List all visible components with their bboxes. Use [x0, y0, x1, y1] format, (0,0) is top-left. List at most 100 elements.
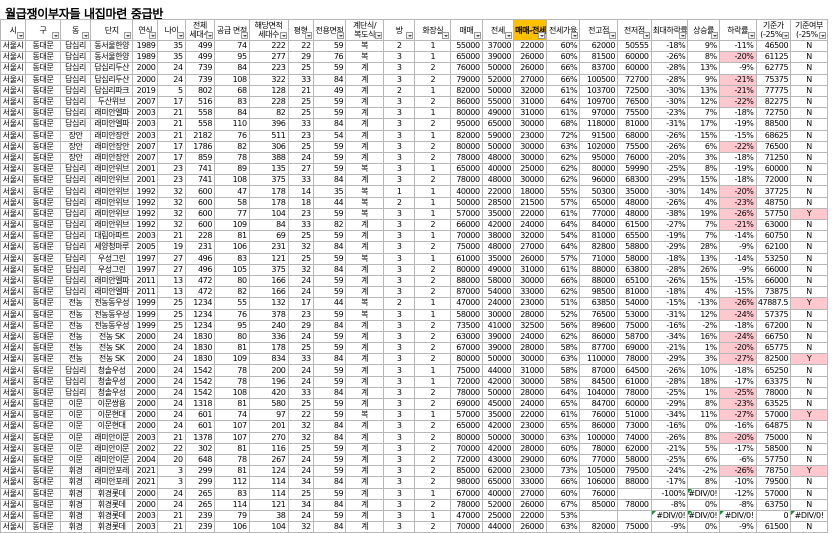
- table-cell[interactable]: 13: [157, 274, 186, 288]
- table-cell[interactable]: 2: [382, 84, 416, 97]
- table-cell[interactable]: 231: [184, 241, 216, 254]
- table-cell[interactable]: 57%: [545, 252, 581, 265]
- table-cell[interactable]: 서울시: [0, 107, 27, 120]
- table-cell[interactable]: 58%: [545, 364, 581, 377]
- table-cell[interactable]: N: [790, 140, 828, 153]
- table-cell[interactable]: 휘경롯데: [90, 521, 134, 533]
- table-cell[interactable]: 2011: [132, 274, 159, 288]
- column-header[interactable]: 화장실: [414, 19, 452, 41]
- table-cell[interactable]: N: [790, 51, 828, 64]
- table-cell[interactable]: 98500: [579, 286, 619, 299]
- table-cell[interactable]: 600: [184, 207, 216, 221]
- table-cell[interactable]: 동대문: [25, 297, 61, 310]
- table-cell[interactable]: 306: [248, 140, 289, 153]
- table-cell[interactable]: 67000: [450, 342, 483, 355]
- table-cell[interactable]: 31000: [513, 95, 547, 109]
- table-cell[interactable]: 2000: [132, 397, 159, 411]
- table-cell[interactable]: -12%: [718, 487, 757, 500]
- table-cell[interactable]: 59: [312, 140, 347, 153]
- table-cell[interactable]: 27000: [513, 487, 547, 500]
- table-cell[interactable]: 계: [345, 342, 384, 355]
- table-cell[interactable]: 32: [157, 196, 186, 209]
- table-cell[interactable]: 6%: [687, 453, 720, 467]
- table-cell[interactable]: 68625: [755, 129, 792, 142]
- table-cell[interactable]: 휘경롯데: [90, 498, 134, 511]
- table-cell[interactable]: 답십리: [59, 386, 92, 400]
- table-cell[interactable]: 21: [157, 107, 186, 120]
- table-cell[interactable]: 1: [382, 185, 416, 198]
- table-cell[interactable]: 1: [414, 230, 452, 243]
- table-cell[interactable]: 60000: [755, 163, 792, 176]
- table-cell[interactable]: 58%: [545, 342, 581, 355]
- table-cell[interactable]: -19%: [718, 163, 757, 176]
- table-cell[interactable]: 21: [157, 509, 186, 523]
- table-cell[interactable]: 1992: [132, 218, 159, 232]
- table-cell[interactable]: 1542: [184, 386, 216, 400]
- table-cell[interactable]: -27%: [718, 353, 757, 366]
- table-cell[interactable]: N: [790, 95, 828, 109]
- table-cell[interactable]: 25: [157, 319, 186, 332]
- table-cell[interactable]: 82000: [450, 129, 483, 142]
- table-cell[interactable]: 서울시: [0, 420, 27, 433]
- table-cell[interactable]: 59: [312, 230, 347, 243]
- table-cell[interactable]: 2021: [132, 476, 159, 489]
- table-cell[interactable]: 30000: [513, 151, 547, 165]
- table-cell[interactable]: 동대문: [25, 308, 61, 321]
- table-cell[interactable]: 76000: [450, 62, 483, 75]
- table-cell[interactable]: 1: [414, 51, 452, 64]
- table-cell[interactable]: 32: [157, 207, 186, 221]
- table-cell[interactable]: 서울시: [0, 140, 27, 153]
- table-cell[interactable]: 76000: [579, 409, 619, 422]
- table-cell[interactable]: 서울시: [0, 353, 27, 366]
- table-cell[interactable]: 196: [248, 375, 289, 388]
- table-cell[interactable]: 1: [414, 297, 452, 310]
- table-cell[interactable]: 래미안위브: [90, 207, 134, 221]
- table-cell[interactable]: 계: [345, 431, 384, 444]
- table-cell[interactable]: 77000: [579, 207, 619, 221]
- table-cell[interactable]: 9%: [687, 73, 720, 86]
- table-cell[interactable]: 22: [157, 442, 186, 455]
- table-cell[interactable]: 계: [345, 218, 384, 232]
- table-cell[interactable]: 30000: [513, 274, 547, 288]
- table-cell[interactable]: 계: [345, 319, 384, 332]
- table-cell[interactable]: -26%: [650, 364, 689, 377]
- table-cell[interactable]: 63%: [545, 140, 581, 153]
- table-cell[interactable]: 71000: [579, 252, 619, 265]
- table-cell[interactable]: 88000: [617, 476, 652, 489]
- table-cell[interactable]: -14%: [718, 252, 757, 265]
- table-cell[interactable]: 계: [345, 230, 384, 243]
- table-cell[interactable]: 18%: [687, 375, 720, 388]
- table-cell[interactable]: 64875: [755, 420, 792, 433]
- filter-dropdown-icon[interactable]: [82, 32, 90, 39]
- table-cell[interactable]: N: [790, 364, 828, 377]
- table-cell[interactable]: 12%: [687, 95, 720, 109]
- table-cell[interactable]: 27: [157, 252, 186, 265]
- table-cell[interactable]: 31000: [513, 263, 547, 276]
- table-cell[interactable]: 2: [414, 521, 452, 533]
- table-cell[interactable]: -8%: [650, 498, 689, 511]
- table-cell[interactable]: 2001: [132, 174, 159, 187]
- table-cell[interactable]: 2007: [132, 95, 159, 109]
- table-cell[interactable]: 49000: [481, 107, 515, 120]
- column-header[interactable]: 전체 세대수: [184, 19, 216, 41]
- table-cell[interactable]: 장안: [59, 140, 92, 153]
- table-cell[interactable]: 25: [287, 487, 314, 500]
- table-cell[interactable]: 계: [345, 241, 384, 254]
- table-cell[interactable]: 32500: [513, 319, 547, 332]
- table-cell[interactable]: 33: [287, 386, 314, 400]
- table-cell[interactable]: #DIV/0!: [790, 509, 828, 523]
- table-cell[interactable]: 82500: [755, 353, 792, 366]
- table-cell[interactable]: 82000: [579, 521, 619, 533]
- table-cell[interactable]: 청솔우성: [90, 364, 134, 377]
- table-cell[interactable]: 1: [414, 487, 452, 500]
- table-cell[interactable]: 서울시: [0, 51, 27, 64]
- table-cell[interactable]: -26%: [718, 465, 757, 478]
- table-cell[interactable]: 2: [414, 151, 452, 165]
- table-cell[interactable]: 복: [345, 196, 384, 209]
- table-cell[interactable]: 59: [312, 252, 347, 265]
- table-cell[interactable]: 55: [214, 297, 250, 310]
- table-cell[interactable]: 65000: [450, 51, 483, 64]
- table-cell[interactable]: 계: [345, 73, 384, 86]
- table-cell[interactable]: 88000: [450, 274, 483, 288]
- table-cell[interactable]: 97: [248, 409, 289, 422]
